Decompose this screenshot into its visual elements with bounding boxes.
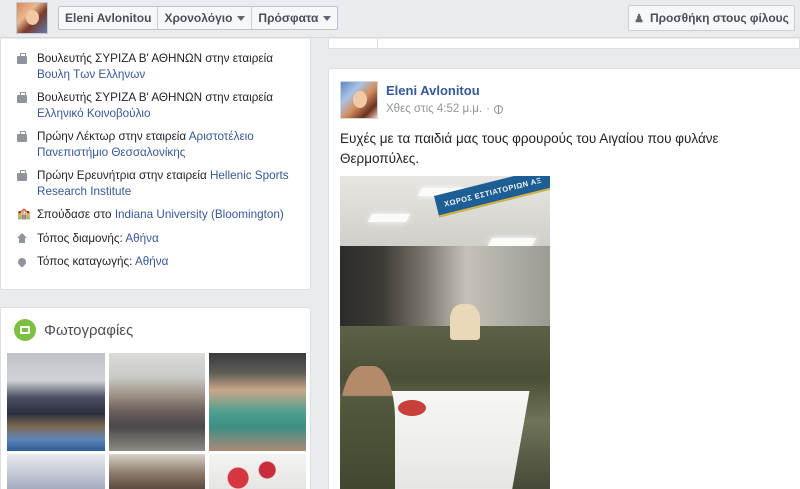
intro-item-text: Βουλευτής ΣΥΡΙΖΑ Β' ΑΘΗΝΩΝ στην εταιρεία [37, 52, 273, 65]
photos-icon [14, 319, 36, 341]
photo-thumbnail[interactable] [209, 353, 306, 451]
nav-profile-name-label: Eleni Avlonitou [65, 11, 152, 25]
intro-item-text: Σπούδασε στο [37, 208, 115, 221]
intro-item-text: Τόπος καταγωγής: [37, 255, 135, 268]
intro-item-text: Βουλευτής ΣΥΡΙΖΑ Β' ΑΘΗΝΩΝ στην εταιρεία [37, 91, 273, 104]
photo-wall [340, 246, 550, 336]
photos-header: Φωτογραφίες [1, 308, 310, 352]
add-friend-button[interactable]: ♟ Προσθήκη στους φίλους [628, 5, 795, 31]
briefcase-icon [16, 129, 28, 143]
post-meta-separator: · [486, 103, 490, 115]
profile-nav-bar: Eleni Avlonitou Χρονολόγιο Πρόσφατα ♟ Πρ… [0, 0, 800, 38]
intro-item-text: Τόπος διαμονής: [37, 231, 126, 245]
chevron-down-icon [323, 15, 332, 21]
photo-ceiling-light [367, 214, 411, 222]
profile-nav-group: Eleni Avlonitou Χρονολόγιο Πρόσφατα [58, 6, 339, 30]
post-author-avatar[interactable] [340, 81, 378, 119]
photo-thumbnail[interactable] [7, 353, 105, 451]
post-card: Eleni Avlonitou Χθες στις 4:52 μ.μ. · Ευ… [328, 68, 800, 489]
briefcase-icon [16, 168, 28, 182]
nav-timeline-label: Χρονολόγιο [164, 11, 233, 25]
photo-flowers [398, 400, 426, 416]
photo-person [450, 304, 480, 340]
intro-item-link[interactable]: Βουλη Των Ελληνων [37, 68, 145, 81]
home-icon [16, 231, 28, 245]
school-icon: 🏫 [17, 208, 31, 220]
composer-strip [328, 37, 800, 49]
nav-profile-name[interactable]: Eleni Avlonitou [59, 7, 159, 29]
intro-item: Βουλευτής ΣΥΡΙΖΑ Β' ΑΘΗΝΩΝ στην εταιρεία… [1, 51, 310, 82]
add-friend-label: Προσθήκη στους φίλους [649, 11, 789, 25]
intro-item: Βουλευτής ΣΥΡΙΖΑ Β' ΑΘΗΝΩΝ στην εταιρεία… [1, 90, 310, 121]
intro-item: Τόπος καταγωγής: Αθήνα [1, 254, 310, 270]
nav-recent-label: Πρόσφατα [258, 11, 319, 25]
nav-timeline-dropdown[interactable]: Χρονολόγιο [158, 7, 253, 29]
intro-item: Πρώην Λέκτωρ στην εταιρεία Αριστοτέλειο … [1, 129, 310, 160]
photos-title[interactable]: Φωτογραφίες [44, 322, 133, 339]
nav-recent-dropdown[interactable]: Πρόσφατα [252, 7, 337, 29]
post-author-name[interactable]: Eleni Avlonitou [386, 83, 480, 98]
intro-item-link[interactable]: Αθήνα [135, 255, 168, 268]
photo-thumbnail[interactable] [109, 353, 205, 451]
intro-item-text: Πρώην Λέκτωρ στην εταιρεία [37, 130, 189, 143]
post-photo[interactable]: ΧΩΡΟΣ ΕΣΤΙΑΤΟΡΙΩΝ ΑΞ [340, 176, 550, 489]
post-text: Ευχές με τα παιδιά μας τους φρουρούς του… [340, 131, 719, 166]
profile-avatar-thumbnail[interactable] [16, 2, 48, 34]
post-timestamp[interactable]: Χθες στις 4:52 μ.μ. [386, 103, 482, 115]
briefcase-icon [16, 51, 28, 65]
intro-item-link[interactable]: Αθήνα [125, 232, 158, 245]
post-meta: Χθες στις 4:52 μ.μ. · [386, 103, 503, 115]
add-person-icon: ♟ [634, 12, 644, 25]
photo-person [340, 366, 395, 489]
photos-card: Φωτογραφίες [0, 307, 311, 489]
intro-item: Πρώην Ερευνήτρια στην εταιρεία Hellenic … [1, 168, 310, 199]
globe-icon[interactable] [493, 104, 503, 114]
photo-thumbnail[interactable] [209, 454, 306, 489]
intro-item-link[interactable]: Indiana University (Bloomington) [115, 208, 284, 221]
location-pin-icon [16, 254, 28, 268]
briefcase-icon [16, 90, 28, 104]
chevron-down-icon [237, 15, 246, 21]
intro-item-link[interactable]: Ελληνικό Κοινοβούλιο [37, 107, 151, 120]
intro-item: Τόπος διαμονής: Αθήνα [1, 231, 310, 247]
photo-thumbnail[interactable] [7, 454, 105, 489]
intro-card: Βουλευτής ΣΥΡΙΖΑ Β' ΑΘΗΝΩΝ στην εταιρεία… [0, 39, 311, 290]
photo-ceiling-light [487, 238, 537, 246]
photo-thumbnail[interactable] [109, 454, 205, 489]
intro-item-text: Πρώην Ερευνήτρια στην εταιρεία [37, 169, 210, 182]
intro-item: 🏫 Σπούδασε στο Indiana University (Bloom… [1, 207, 310, 223]
